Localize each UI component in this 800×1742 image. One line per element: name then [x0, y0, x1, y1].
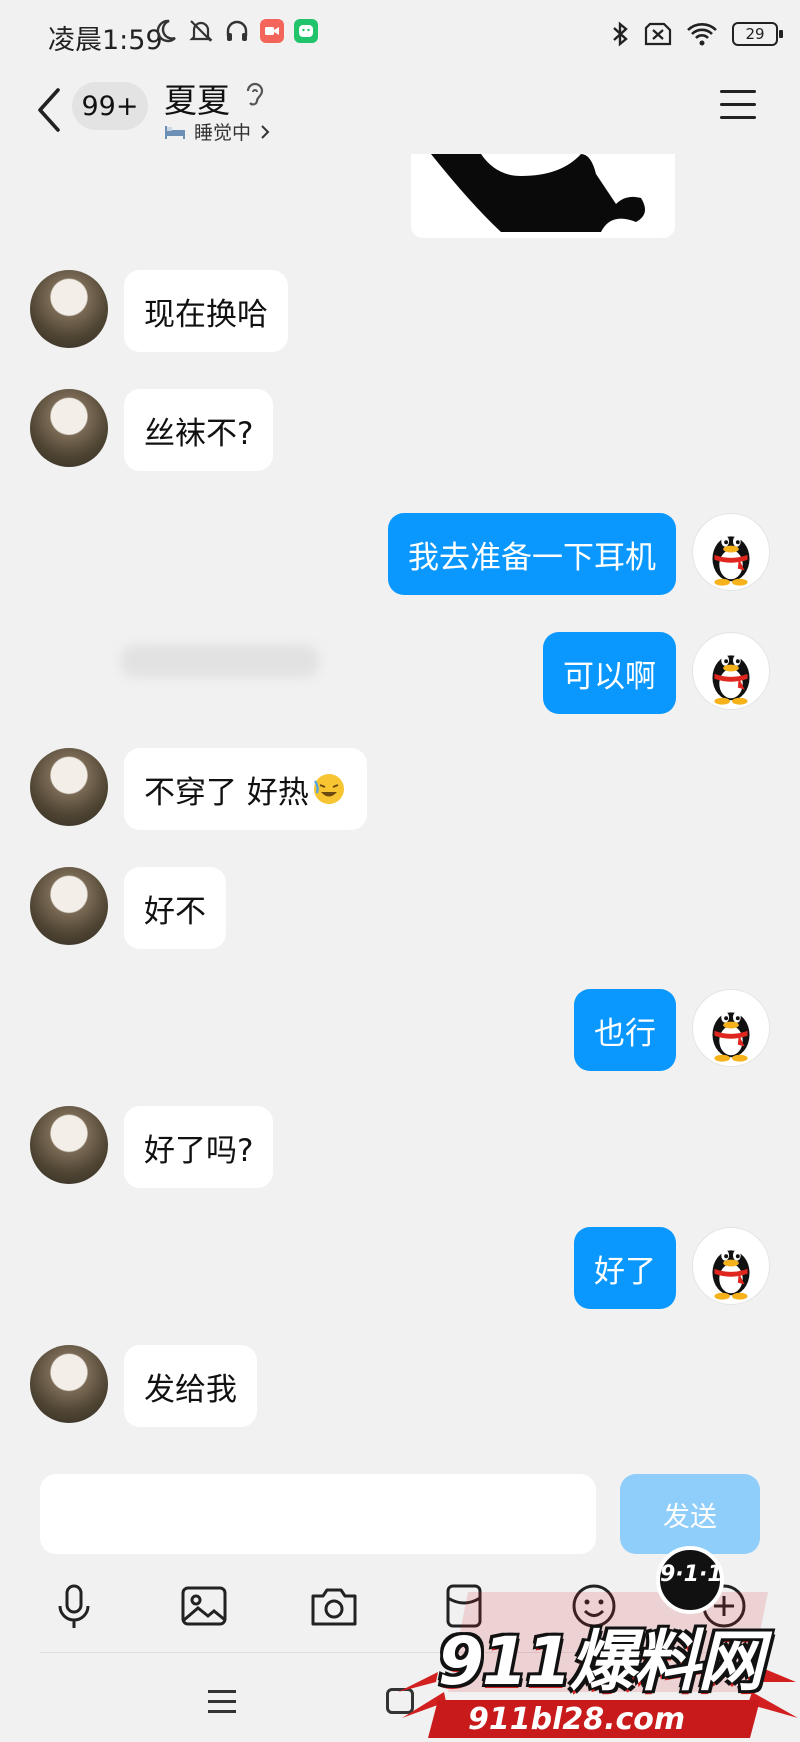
- message-bubble[interactable]: 好了: [574, 1227, 676, 1309]
- message-row: 现在换哈: [0, 270, 800, 352]
- bell-muted-icon: [189, 20, 213, 42]
- message-row: 好了: [0, 1227, 800, 1309]
- no-sim-icon: [644, 22, 672, 46]
- headphones-icon: [226, 20, 248, 41]
- contact-avatar[interactable]: [30, 270, 108, 348]
- watermark-url: 911bl28.com: [468, 1702, 686, 1737]
- contact-avatar[interactable]: [30, 1345, 108, 1423]
- bluetooth-icon: [613, 21, 628, 47]
- contact-name[interactable]: 夏夏: [164, 74, 230, 122]
- message-row: 发给我: [0, 1345, 800, 1427]
- recent-apps-icon[interactable]: [208, 1690, 236, 1720]
- qq-penguin-avatar[interactable]: [692, 513, 770, 591]
- laughing-emoji-icon: [313, 774, 344, 804]
- status-bar: 凌晨1:59 29: [0, 0, 800, 70]
- qq-penguin-avatar[interactable]: [692, 989, 770, 1067]
- qq-penguin-avatar[interactable]: [692, 632, 770, 710]
- message-row: 可以啊: [0, 632, 800, 714]
- message-bubble[interactable]: 现在换哈: [124, 270, 288, 352]
- contact-avatar[interactable]: [30, 748, 108, 826]
- message-row: 也行: [0, 989, 800, 1071]
- message-bubble[interactable]: 发给我: [124, 1345, 257, 1427]
- image-icon[interactable]: [178, 1580, 230, 1632]
- bed-icon: [165, 125, 185, 139]
- message-row: 好了吗?: [0, 1106, 800, 1188]
- message-bubble[interactable]: 好不: [124, 867, 226, 949]
- watermark-badge: 9·1·1: [660, 1562, 723, 1587]
- qq-penguin-avatar[interactable]: [692, 1227, 770, 1305]
- message-row: 好不: [0, 867, 800, 949]
- message-bubble[interactable]: 也行: [574, 989, 676, 1071]
- contact-avatar[interactable]: [30, 867, 108, 945]
- blurred-system-notice: [120, 644, 320, 678]
- status-text: 睡觉中: [194, 122, 252, 144]
- chevron-right-icon: [261, 124, 270, 139]
- status-time: 凌晨1:59: [48, 25, 163, 56]
- menu-icon[interactable]: [720, 90, 756, 120]
- microphone-icon[interactable]: [48, 1580, 100, 1632]
- watermark-title: 911爆料网: [438, 1623, 764, 1700]
- unread-badge[interactable]: 99+: [72, 82, 148, 130]
- hearing-icon[interactable]: [244, 80, 266, 110]
- contact-status[interactable]: 睡觉中: [164, 118, 271, 145]
- message-row: 我去准备一下耳机: [0, 513, 800, 595]
- message-bubble[interactable]: 不穿了 好热: [124, 748, 367, 830]
- status-icons-right: 29: [610, 20, 783, 48]
- contact-avatar[interactable]: [30, 1106, 108, 1184]
- message-row: 丝袜不?: [0, 389, 800, 471]
- message-bubble[interactable]: 丝袜不?: [124, 389, 274, 471]
- battery-icon: 29: [732, 22, 783, 46]
- moon-icon: [156, 19, 176, 43]
- watermark-logo: 9·1·1 911爆料网 911bl28.com: [398, 1542, 798, 1738]
- back-arrow-icon[interactable]: [34, 86, 64, 134]
- message-bubble[interactable]: 我去准备一下耳机: [388, 513, 676, 595]
- wechat-app-icon: [294, 19, 318, 43]
- image-message[interactable]: [411, 154, 675, 238]
- camera-icon[interactable]: [308, 1580, 360, 1632]
- video-app-icon: [260, 19, 284, 43]
- message-bubble[interactable]: 可以啊: [543, 632, 676, 714]
- chat-messages[interactable]: 现在换哈 丝袜不? 我去准备一下耳机 可以啊 不穿了 好热 好不 也行 好了吗?…: [0, 154, 800, 1460]
- wifi-icon: [687, 23, 717, 46]
- message-row: 不穿了 好热: [0, 748, 800, 830]
- sticker-image: [431, 154, 645, 232]
- chat-header: 99+ 夏夏 睡觉中: [0, 70, 800, 154]
- contact-avatar[interactable]: [30, 389, 108, 467]
- message-text: 不穿了 好热: [144, 774, 309, 811]
- battery-level: 29: [745, 25, 765, 43]
- message-bubble[interactable]: 好了吗?: [124, 1106, 274, 1188]
- status-icons-left: [152, 18, 318, 44]
